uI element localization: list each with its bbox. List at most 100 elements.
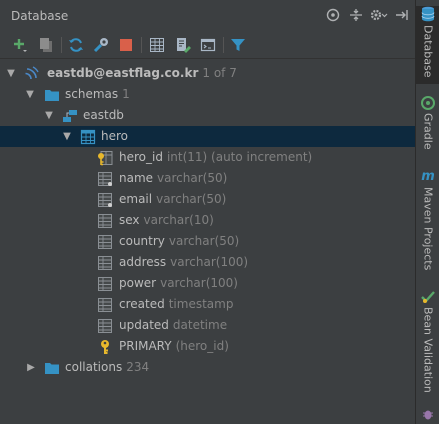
column-icon — [98, 193, 112, 207]
tree-row-column[interactable]: updated datetime — [0, 315, 415, 336]
column-type: varchar(100) — [160, 276, 238, 290]
chevron-down-icon[interactable]: ▼ — [24, 84, 36, 105]
column-type: varchar(50) — [157, 171, 228, 185]
column-name: country — [119, 234, 165, 248]
column-type: int(11) (auto increment) — [166, 150, 313, 164]
tree-row-column[interactable]: created timestamp — [0, 294, 415, 315]
bean-validation-icon — [421, 291, 435, 303]
tree-row-connection[interactable]: ▼ eastdb@eastflag.co.kr 1 of 7 — [0, 63, 415, 84]
panel-header: Database — [0, 0, 415, 30]
tree-row-column[interactable]: email varchar(50) — [0, 189, 415, 210]
right-tool-strip: Database Gradle m Maven Projects Bean Va… — [415, 0, 439, 424]
tree-row-table[interactable]: ▼ hero — [0, 126, 415, 147]
column-type: timestamp — [168, 297, 234, 311]
refresh-icon[interactable] — [67, 36, 85, 54]
add-icon[interactable] — [11, 36, 29, 54]
database-tree: ▼ eastdb@eastflag.co.kr 1 of 7 ▼ schemas 1… — [0, 59, 415, 424]
column-icon — [98, 256, 112, 270]
tab-bean-validation[interactable]: Bean Validation — [416, 290, 439, 400]
primary-key-column-icon — [98, 151, 113, 166]
collations-count: 234 — [126, 360, 150, 374]
connection-count: 1 of 7 — [202, 66, 237, 80]
key-name: PRIMARY — [119, 339, 172, 353]
duplicate-icon[interactable] — [37, 36, 55, 54]
column-icon — [98, 298, 112, 312]
table-editor-icon[interactable] — [148, 36, 166, 54]
tree-row-column[interactable]: address varchar(100) — [0, 252, 415, 273]
table-label: hero — [101, 129, 128, 143]
column-icon — [98, 277, 112, 291]
folder-icon — [45, 90, 59, 101]
datasource-icon — [25, 66, 39, 80]
database-toolbar — [0, 31, 415, 59]
bug-icon — [423, 410, 433, 420]
database-icon — [421, 6, 435, 22]
tab-bug[interactable] — [416, 408, 439, 424]
tab-gradle-label: Gradle — [421, 113, 435, 150]
column-name: updated — [119, 318, 169, 332]
filter-icon[interactable] — [229, 36, 247, 54]
console-icon[interactable] — [199, 36, 217, 54]
column-name: email — [119, 192, 153, 206]
column-icon — [98, 319, 112, 333]
folder-icon — [45, 363, 59, 374]
column-name: address — [119, 255, 167, 269]
gear-icon[interactable] — [370, 6, 388, 24]
toolbar-separator — [223, 37, 224, 53]
collations-label: collations — [65, 360, 123, 374]
schema-icon — [63, 110, 77, 122]
chevron-down-icon[interactable]: ▼ — [43, 105, 55, 126]
tree-row-schemas[interactable]: ▼ schemas 1 — [0, 84, 415, 105]
tree-row-column[interactable]: country varchar(50) — [0, 231, 415, 252]
column-icon — [98, 214, 112, 228]
column-type: varchar(50) — [156, 192, 227, 206]
properties-icon[interactable] — [92, 36, 110, 54]
column-name: name — [119, 171, 154, 185]
tab-database-label: Database — [421, 25, 435, 78]
panel-title: Database — [11, 9, 69, 23]
gradle-icon — [421, 96, 435, 110]
tab-maven-projects[interactable]: m Maven Projects — [416, 170, 439, 280]
column-type: varchar(50) — [168, 234, 240, 248]
tree-row-column[interactable]: name varchar(50) — [0, 168, 415, 189]
table-icon — [80, 129, 96, 145]
schemas-count: 1 — [122, 87, 130, 101]
collapse-all-icon[interactable] — [347, 6, 365, 24]
tab-database[interactable]: Database — [416, 6, 439, 84]
toolbar-separator — [61, 37, 62, 53]
tree-row-column[interactable]: power varchar(100) — [0, 273, 415, 294]
header-actions — [319, 6, 411, 24]
column-name: sex — [119, 213, 140, 227]
edit-source-icon[interactable] — [174, 36, 192, 54]
column-type: varchar(10) — [143, 213, 214, 227]
tree-row-key[interactable]: PRIMARY (hero_id) — [0, 336, 415, 357]
chevron-right-icon[interactable]: ▶ — [25, 357, 37, 378]
tree-row-collations[interactable]: ▶ collations 234 — [0, 357, 415, 378]
hide-panel-icon[interactable] — [393, 6, 411, 24]
column-name: hero_id — [119, 150, 163, 164]
key-columns: (hero_id) — [175, 339, 229, 353]
maven-icon: m — [421, 169, 435, 184]
key-icon — [101, 340, 109, 354]
tab-bean-validation-label: Bean Validation — [421, 307, 435, 393]
column-type: datetime — [172, 318, 228, 332]
stop-icon[interactable] — [117, 36, 135, 54]
tree-row-column[interactable]: sex varchar(10) — [0, 210, 415, 231]
column-icon — [98, 172, 112, 186]
tab-maven-label: Maven Projects — [421, 187, 435, 271]
column-type: varchar(100) — [170, 255, 249, 269]
database-panel: Database ▼ eastdb@eastflag.co.kr 1 of 7 … — [0, 0, 415, 424]
tree-row-schema[interactable]: ▼ eastdb — [0, 105, 415, 126]
tree-row-column[interactable]: hero_id int(11) (auto increment) — [0, 147, 415, 168]
toolbar-separator — [141, 37, 142, 53]
column-name: power — [119, 276, 157, 290]
chevron-down-icon[interactable]: ▼ — [61, 126, 73, 147]
schemas-label: schemas — [65, 87, 119, 101]
target-icon[interactable] — [324, 6, 342, 24]
chevron-down-icon[interactable]: ▼ — [5, 63, 17, 84]
connection-name: eastdb@eastflag.co.kr — [47, 66, 199, 80]
schema-label: eastdb — [83, 108, 124, 122]
column-name: created — [119, 297, 165, 311]
tab-gradle[interactable]: Gradle — [416, 96, 439, 158]
column-icon — [98, 235, 112, 249]
